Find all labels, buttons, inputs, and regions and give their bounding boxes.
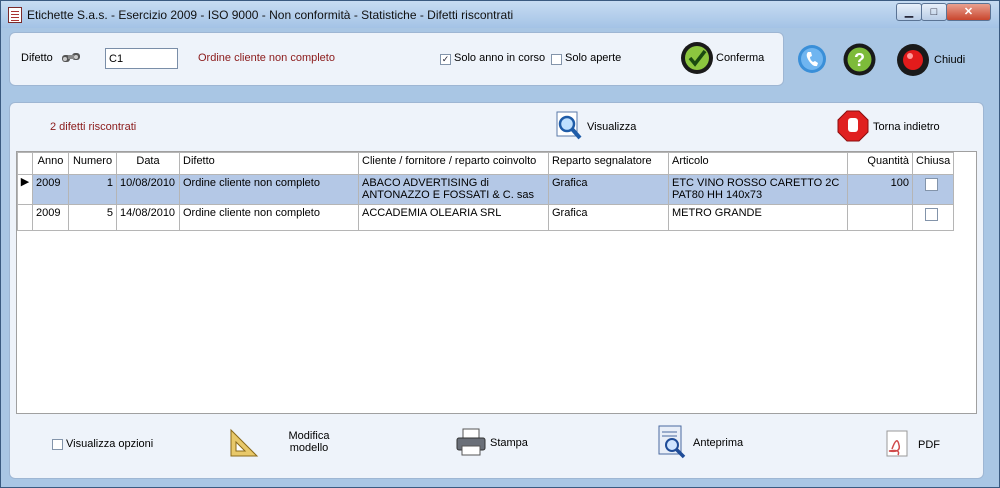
help-button[interactable]: ? xyxy=(843,43,876,79)
stampa-label: Stampa xyxy=(490,437,528,449)
col-chiusa[interactable]: Chiusa xyxy=(911,152,955,175)
difetto-description: Ordine cliente non completo xyxy=(198,52,335,64)
conferma-label: Conferma xyxy=(716,52,765,64)
table-row[interactable]: ▶ 2009 1 10/08/2010 Ordine cliente non c… xyxy=(17,174,955,205)
difetto-label: Difetto xyxy=(21,52,53,64)
cell-anno[interactable]: 2009 xyxy=(32,174,69,205)
row-pointer-icon: ▶ xyxy=(17,174,33,205)
main-window: Etichette S.a.s. - Esercizio 2009 - ISO … xyxy=(0,0,1000,488)
cell-articolo[interactable]: METRO GRANDE xyxy=(668,204,848,231)
conferma-button[interactable]: Conferma xyxy=(680,41,780,77)
col-anno[interactable]: Anno xyxy=(32,152,69,175)
cell-cliente[interactable]: ACCADEMIA OLEARIA SRL xyxy=(358,204,549,231)
cell-chiusa[interactable] xyxy=(911,174,955,205)
col-articolo[interactable]: Articolo xyxy=(668,152,848,175)
svg-text:?: ? xyxy=(854,50,865,70)
stop-icon xyxy=(897,44,929,76)
cell-numero[interactable]: 1 xyxy=(68,174,117,205)
phone-button[interactable] xyxy=(797,44,827,77)
phone-icon xyxy=(798,45,826,73)
col-numero[interactable]: Numero xyxy=(68,152,117,175)
modifica-modello-label: Modifica modello xyxy=(288,430,330,454)
col-quantita[interactable]: Quantità xyxy=(847,152,913,175)
results-table: Anno Numero Data Difetto Cliente / forni… xyxy=(17,152,955,231)
col-reparto[interactable]: Reparto segnalatore xyxy=(548,152,669,175)
cell-anno[interactable]: 2009 xyxy=(32,204,69,231)
solo-aperte-checkbox[interactable] xyxy=(551,54,562,65)
pdf-button[interactable]: PDF xyxy=(883,429,953,459)
table-header-row: Anno Numero Data Difetto Cliente / forni… xyxy=(17,152,955,175)
anteprima-label: Anteprima xyxy=(693,437,744,449)
title-bar: Etichette S.a.s. - Esercizio 2009 - ISO … xyxy=(1,1,999,28)
chiusa-checkbox[interactable] xyxy=(925,208,938,221)
help-icon: ? xyxy=(843,43,876,76)
solo-aperte-label: Solo aperte xyxy=(565,52,622,64)
modifica-modello-button[interactable]: Modifica modello xyxy=(229,426,339,462)
difetto-code-input[interactable] xyxy=(105,48,178,69)
printer-icon xyxy=(456,428,486,456)
app-icon xyxy=(8,7,22,23)
chiusa-checkbox[interactable] xyxy=(925,178,938,191)
torna-indietro-label: Torna indietro xyxy=(873,121,940,133)
cell-reparto[interactable]: Grafica xyxy=(548,174,669,205)
visualizza-label: Visualizza xyxy=(587,121,637,133)
pdf-icon xyxy=(886,430,908,457)
cell-cliente[interactable]: ABACO ADVERTISING di ANTONAZZO E FOSSATI… xyxy=(358,174,549,205)
cell-quantita[interactable]: 100 xyxy=(847,174,913,205)
stampa-button[interactable]: Stampa xyxy=(455,427,545,461)
row-header-cell xyxy=(17,204,33,231)
preview-icon xyxy=(658,425,686,459)
visualizza-opzioni-checkbox[interactable] xyxy=(52,439,63,450)
torna-indietro-button[interactable]: Torna indietro xyxy=(837,110,957,142)
solo-anno-label: Solo anno in corso xyxy=(454,52,546,64)
magnifier-icon xyxy=(556,111,582,140)
filter-panel: Difetto Ordine cliente non completo ✓ So… xyxy=(9,32,784,86)
col-data[interactable]: Data xyxy=(116,152,180,175)
table-row[interactable]: 2009 5 14/08/2010 Ordine cliente non com… xyxy=(17,204,955,231)
cell-chiusa[interactable] xyxy=(911,204,955,231)
maximize-button[interactable]: □ xyxy=(921,3,947,21)
cell-difetto[interactable]: Ordine cliente non completo xyxy=(179,204,359,231)
close-window-button[interactable]: ✕ xyxy=(946,3,991,21)
results-count: 2 difetti riscontrati xyxy=(50,121,137,133)
cell-data[interactable]: 14/08/2010 xyxy=(116,204,180,231)
visualizza-button[interactable]: Visualizza xyxy=(555,111,655,143)
solo-anno-checkbox[interactable]: ✓ xyxy=(440,54,451,65)
check-icon xyxy=(681,42,713,74)
chiudi-button[interactable]: Chiudi xyxy=(896,43,976,77)
set-square-icon xyxy=(230,428,259,457)
anteprima-button[interactable]: Anteprima xyxy=(657,425,757,461)
pdf-label: PDF xyxy=(918,439,940,451)
visualizza-opzioni-label: Visualizza opzioni xyxy=(66,438,154,450)
cell-difetto[interactable]: Ordine cliente non completo xyxy=(179,174,359,205)
window-title: Etichette S.a.s. - Esercizio 2009 - ISO … xyxy=(27,8,514,22)
cell-reparto[interactable]: Grafica xyxy=(548,204,669,231)
row-header-corner xyxy=(17,152,33,175)
minimize-button[interactable]: ▁ xyxy=(896,3,922,21)
cell-articolo[interactable]: ETC VINO ROSSO CARETTO 2C PAT80 HH 140x7… xyxy=(668,174,848,205)
col-cliente[interactable]: Cliente / fornitore / reparto coinvolto xyxy=(358,152,549,175)
chiudi-label: Chiudi xyxy=(934,54,966,66)
binoculars-icon[interactable] xyxy=(61,49,83,68)
cell-quantita[interactable] xyxy=(847,204,913,231)
col-difetto[interactable]: Difetto xyxy=(179,152,359,175)
stop-hand-icon xyxy=(837,110,869,142)
cell-data[interactable]: 10/08/2010 xyxy=(116,174,180,205)
cell-numero[interactable]: 5 xyxy=(68,204,117,231)
